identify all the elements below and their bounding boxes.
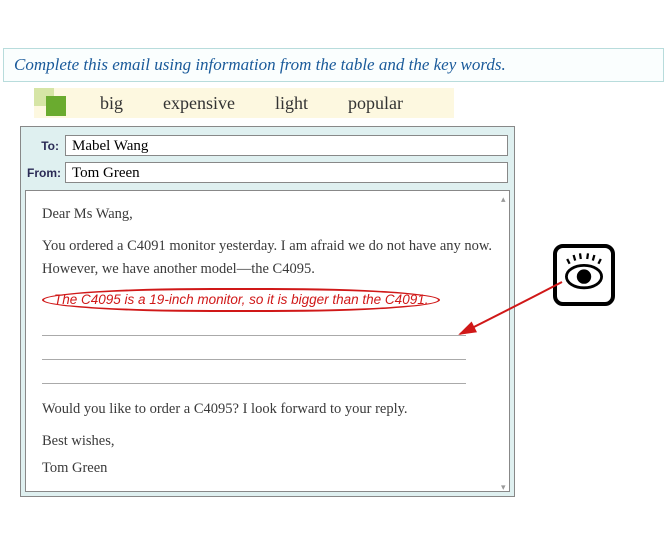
signature: Tom Green — [42, 457, 493, 479]
instruction-text: Complete this email using information fr… — [14, 55, 506, 74]
from-row: From: Tom Green — [21, 159, 514, 186]
scroll-down-icon: ▾ — [501, 481, 509, 489]
from-label: From: — [27, 166, 65, 180]
to-field[interactable]: Mabel Wang — [65, 135, 508, 156]
keyword-bar: big expensive light popular — [34, 88, 454, 118]
greeting: Dear Ms Wang, — [42, 203, 493, 225]
from-field[interactable]: Tom Green — [65, 162, 508, 183]
blank-line[interactable] — [42, 318, 466, 336]
keyword-item: big — [80, 93, 143, 114]
email-body: ▴ Dear Ms Wang, You ordered a C4091 moni… — [25, 190, 510, 492]
eye-icon — [553, 244, 615, 306]
best-wishes: Best wishes, — [42, 430, 493, 452]
email-container: To: Mabel Wang From: Tom Green ▴ Dear Ms… — [20, 126, 515, 497]
instruction-banner: Complete this email using information fr… — [3, 48, 664, 82]
circled-answer: The C4095 is a 19-inch monitor, so it is… — [42, 288, 440, 312]
to-label: To: — [27, 139, 65, 153]
scroll-up-icon: ▴ — [501, 193, 509, 201]
keyword-item: light — [255, 93, 328, 114]
blank-line[interactable] — [42, 366, 466, 384]
keyword-item: popular — [328, 93, 423, 114]
closing-question: Would you like to order a C4095? I look … — [42, 398, 493, 420]
body-paragraph: You ordered a C4091 monitor yesterday. I… — [42, 235, 493, 280]
answer-line: The C4095 is a 19-inch monitor, so it is… — [42, 288, 493, 312]
keyword-item: expensive — [143, 93, 255, 114]
to-row: To: Mabel Wang — [21, 127, 514, 159]
blank-line[interactable] — [42, 342, 466, 360]
keyword-decoration — [34, 88, 66, 118]
